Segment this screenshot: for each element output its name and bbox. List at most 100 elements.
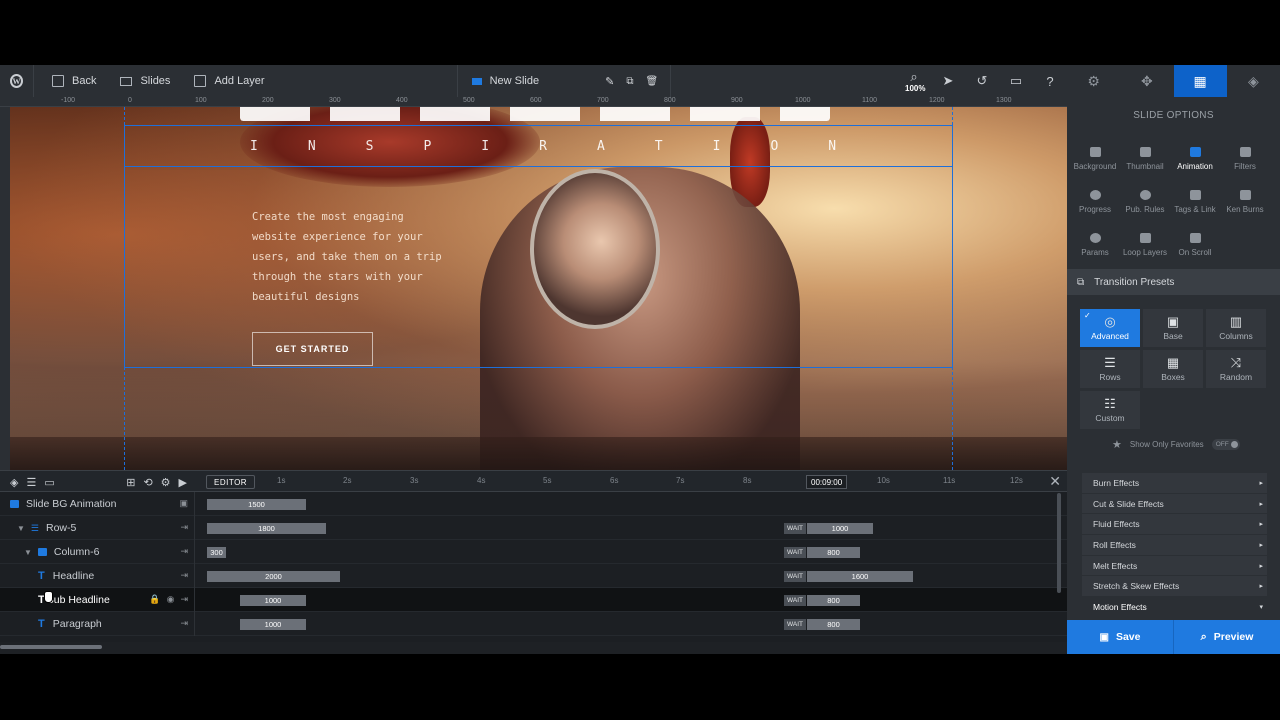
slide-canvas[interactable]: INSPIRATION Create the most engaging web… — [10, 107, 1067, 470]
effect-category[interactable]: Roll Effects ▸ — [1082, 535, 1267, 556]
start-frame-bar[interactable]: 1500 — [207, 499, 306, 510]
desktop-view-icon[interactable]: ▭ — [999, 65, 1033, 97]
zoom-control[interactable]: ⌕ 100% — [897, 65, 931, 97]
preset-base[interactable]: ▣ Base — [1143, 309, 1203, 347]
layer-name-cell[interactable]: T Headline ⇥ — [0, 564, 195, 588]
slide-options-tab[interactable]: ▦ — [1173, 65, 1227, 97]
undo-icon[interactable]: ↺ — [965, 65, 999, 97]
transition-presets-header[interactable]: ⧉ Transition Presets — [1067, 269, 1280, 295]
effect-category[interactable]: Burn Effects ▸ — [1082, 473, 1267, 494]
start-frame-bar[interactable]: 300 — [207, 547, 226, 558]
timeline-row[interactable]: Slide BG Animation ▣ 1500 — [0, 492, 1067, 516]
paragraph-layer[interactable]: Create the most engaging website experie… — [252, 207, 452, 307]
option-tags-link[interactable]: Tags & Link — [1170, 190, 1220, 214]
editor-label[interactable]: EDITOR — [206, 475, 256, 489]
end-frame-bar[interactable]: 1600 — [807, 571, 913, 582]
align-icon[interactable]: ⇥ — [180, 570, 188, 581]
option-background[interactable]: Background — [1070, 147, 1120, 171]
sub-headline-layer[interactable]: INSPIRATION — [250, 139, 840, 154]
start-frame-bar[interactable]: 1000 — [240, 595, 306, 606]
delete-icon[interactable]: 🗑 — [645, 76, 658, 87]
option-progress[interactable]: Progress — [1070, 190, 1120, 214]
align-icon[interactable]: ⇥ — [180, 618, 188, 629]
effect-category-open[interactable]: Motion Effects ▾ — [1082, 597, 1267, 618]
align-icon[interactable]: ⇥ — [180, 546, 188, 557]
headline-layer[interactable] — [240, 107, 830, 121]
effect-category[interactable]: Fluid Effects ▸ — [1082, 514, 1267, 536]
start-frame-bar[interactable]: 2000 — [207, 571, 340, 582]
slide-name: New Slide — [489, 75, 540, 87]
duplicate-icon[interactable]: ⧉ — [626, 76, 633, 87]
grid-icon[interactable]: ⊞ — [126, 476, 135, 489]
close-timeline-icon[interactable]: ✕ — [1049, 473, 1061, 490]
layer-name-cell[interactable]: Slide BG Animation ▣ — [0, 492, 195, 516]
settings-tab[interactable]: ⚙ — [1067, 65, 1120, 97]
timeline-row[interactable]: ▼ Column-6 ⇥ 300 WAIT 800 — [0, 540, 1067, 564]
effect-category[interactable]: Cut & Slide Effects ▸ — [1082, 493, 1267, 515]
option-params[interactable]: Params — [1070, 233, 1120, 257]
collapse-arrow-icon[interactable]: ▼ — [17, 524, 25, 533]
option-filters[interactable]: Filters — [1220, 147, 1270, 171]
option-loop-layers[interactable]: Loop Layers — [1120, 233, 1170, 257]
timeline-vertical-scrollbar[interactable] — [1057, 493, 1061, 593]
layers-icon[interactable]: ◈ — [10, 476, 18, 489]
lock-icon[interactable]: 🔒 — [149, 594, 160, 605]
loop-icon[interactable]: ⟲ — [143, 476, 152, 489]
preset-boxes[interactable]: ▦ Boxes — [1143, 350, 1203, 388]
select-tool-icon[interactable]: ➤ — [931, 65, 965, 97]
image-icon[interactable]: ▣ — [179, 498, 188, 509]
preset-rows[interactable]: ☰ Rows — [1080, 350, 1140, 388]
end-frame-bar[interactable]: 800 — [807, 547, 860, 558]
preview-button[interactable]: ⌕ Preview — [1173, 620, 1280, 654]
preset-columns[interactable]: ▥ Columns — [1206, 309, 1266, 347]
help-icon[interactable]: ? — [1033, 65, 1067, 97]
effect-category[interactable]: Melt Effects ▸ — [1082, 555, 1267, 577]
end-frame-bar[interactable]: 800 — [807, 595, 860, 606]
timeline-horizontal-scrollbar[interactable] — [0, 645, 102, 649]
timeline-row-selected[interactable]: T Sub Headline 🔒 ◉ ⇥ 1000 WAIT 800 — [0, 588, 1067, 612]
navigation-tab[interactable]: ✥ — [1120, 65, 1173, 97]
option-on-scroll[interactable]: On Scroll — [1170, 233, 1220, 257]
visibility-icon[interactable]: ◉ — [167, 594, 175, 605]
start-frame-bar[interactable]: 1000 — [240, 619, 306, 630]
align-icon[interactable]: ⇥ — [180, 594, 188, 605]
get-started-button[interactable]: GET STARTED — [252, 332, 373, 366]
align-icon[interactable]: ⇥ — [180, 522, 188, 533]
collapse-arrow-icon[interactable]: ▼ — [24, 548, 32, 557]
slide-name-selector[interactable]: New Slide — [458, 65, 550, 97]
favorites-toggle[interactable]: OFF — [1211, 439, 1240, 450]
effect-category[interactable]: Stretch & Skew Effects ▸ — [1082, 576, 1267, 598]
save-button[interactable]: ▣ Save — [1067, 620, 1173, 654]
end-frame-bar[interactable]: 800 — [807, 619, 860, 630]
layer-name-cell[interactable]: ▼ Column-6 ⇥ — [0, 540, 195, 564]
start-frame-bar[interactable]: 1800 — [207, 523, 326, 534]
option-ken-burns[interactable]: Ken Burns — [1220, 190, 1270, 214]
add-layer-button[interactable]: Add Layer — [180, 65, 274, 97]
ruler-tick: 1100 — [862, 97, 878, 104]
settings-icon[interactable]: ⚙ — [161, 476, 171, 489]
list-icon[interactable]: ☰ — [26, 476, 36, 489]
slides-button[interactable]: Slides — [106, 65, 180, 97]
layer-name-cell[interactable]: ▼ ☰ Row-5 ⇥ — [0, 516, 195, 540]
edit-icon[interactable]: ✎ — [605, 75, 614, 88]
timeline-row[interactable]: ▼ ☰ Row-5 ⇥ 1800 WAIT 1000 — [0, 516, 1067, 540]
timeline-row[interactable]: T Paragraph ⇥ 1000 WAIT 800 — [0, 612, 1067, 636]
wordpress-logo-button[interactable]: W — [0, 65, 34, 97]
back-button[interactable]: Back — [34, 65, 106, 97]
timeline-row[interactable]: T Headline ⇥ 2000 WAIT 1600 — [0, 564, 1067, 588]
preset-random[interactable]: ⤨ Random — [1206, 350, 1266, 388]
presets-icon: ⧉ — [1077, 276, 1085, 288]
option-pub-rules[interactable]: Pub. Rules — [1120, 190, 1170, 214]
folder-icon[interactable]: ▭ — [44, 476, 54, 489]
layers-tab[interactable]: ◈ — [1227, 65, 1280, 97]
preset-custom[interactable]: ☷ Custom — [1080, 391, 1140, 429]
end-frame-bar[interactable]: 1000 — [807, 523, 873, 534]
option-animation[interactable]: Animation — [1170, 147, 1220, 171]
preset-advanced[interactable]: ✓ ◎ Advanced — [1080, 309, 1140, 347]
layer-name-cell[interactable]: T Paragraph ⇥ — [0, 612, 195, 636]
effect-label: Motion Effects — [1093, 601, 1147, 612]
option-thumbnail[interactable]: Thumbnail — [1120, 147, 1170, 171]
layer-name-cell[interactable]: T Sub Headline 🔒 ◉ ⇥ — [0, 588, 195, 612]
playhead-time[interactable]: 00:09:00 — [806, 475, 848, 489]
play-icon[interactable]: ▶ — [179, 476, 187, 489]
